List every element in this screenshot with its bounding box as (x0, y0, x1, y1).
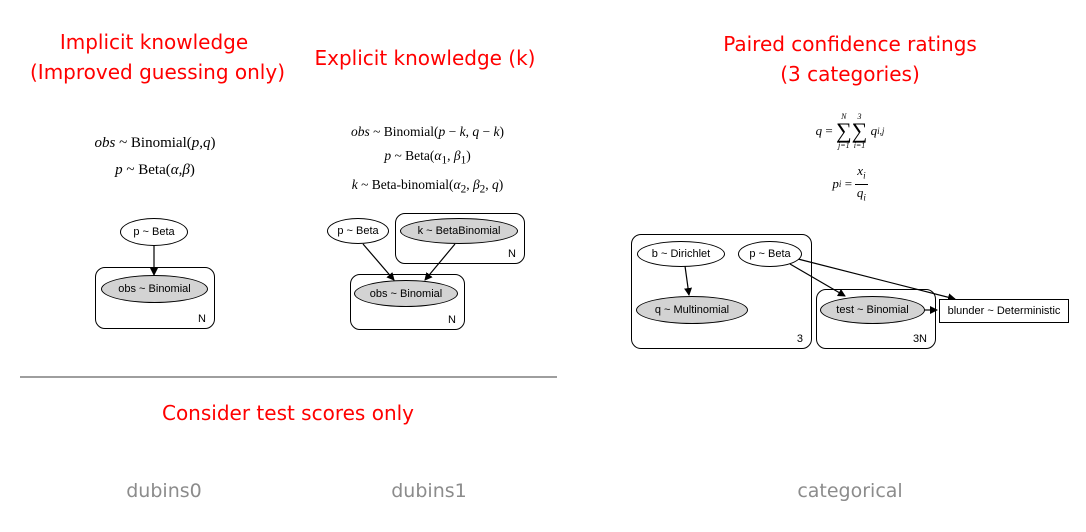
dubins0-equations: obs ~ Binomial(p,q) p ~ Beta(α,β) (60, 130, 250, 184)
implicit-heading-sub: (Improved guessing only) (30, 57, 285, 87)
sum-j-symbol: N ∑ j=1 (835, 112, 852, 150)
dubins1-eq-obs: obs ~ Binomial(p − k, q − k) (350, 124, 505, 139)
paired-heading-line1: Paired confidence ratings (723, 32, 977, 56)
categorical-node-test: test ~ Binomial (820, 296, 925, 324)
footer-dubins1: dubins1 (391, 480, 467, 502)
paired-heading-line2: (3 categories) (780, 62, 920, 86)
categorical-node-b: b ~ Dirichlet (637, 241, 725, 267)
categorical-node-blunder: blunder ~ Deterministic (939, 299, 1069, 323)
categorical-node-p: p ~ Beta (738, 241, 802, 267)
categorical-eq-q: q = N ∑ j=1 3 ∑ i=1 q i,j (815, 112, 885, 150)
dubins1-equations: obs ~ Binomial(p − k, q − k) p ~ Beta(α1… (310, 120, 545, 201)
categorical-eq-p: pi = xi qi (810, 162, 890, 203)
footer-dubins0: dubins0 (126, 480, 202, 502)
footer-categorical: categorical (797, 480, 903, 502)
dubins1-node-k: k ~ BetaBinomial (400, 218, 518, 244)
dubins0-plate-label: N (198, 313, 206, 325)
dubins1-node-obs: obs ~ Binomial (354, 280, 458, 307)
implicit-heading-line2: (Improved guessing only) (30, 60, 285, 84)
categorical-plate-test-label: 3N (912, 333, 927, 345)
dubins1-eq-k: k ~ Beta-binomial(α2, β2, q) (351, 176, 504, 196)
dubins1-plate-k-label: N (508, 248, 516, 260)
dubins1-node-p: p ~ Beta (327, 218, 389, 244)
dubins0-node-p: p ~ Beta (120, 218, 188, 246)
categorical-node-q: q ~ Multinomial (636, 296, 748, 324)
dubins0-eq-obs: obs ~ Binomial(p,q) (94, 135, 216, 151)
dubins1-eq-p: p ~ Beta(α1, β1) (384, 148, 471, 167)
implicit-heading: Implicit knowledge (54, 27, 254, 57)
explicit-heading: Explicit knowledge (k) (314, 46, 536, 70)
implicit-heading-line1: Implicit knowledge (59, 30, 249, 54)
sum-i-symbol: 3 ∑ i=1 (851, 112, 868, 150)
dubins0-node-obs: obs ~ Binomial (101, 275, 208, 303)
dubins1-plate-obs-label: N (448, 314, 456, 326)
consider-heading: Consider test scores only (161, 401, 415, 425)
categorical-plate-q-label: 3 (796, 333, 803, 345)
dubins0-eq-p: p ~ Beta(α,β) (115, 162, 195, 178)
fraction: xi qi (855, 162, 868, 203)
